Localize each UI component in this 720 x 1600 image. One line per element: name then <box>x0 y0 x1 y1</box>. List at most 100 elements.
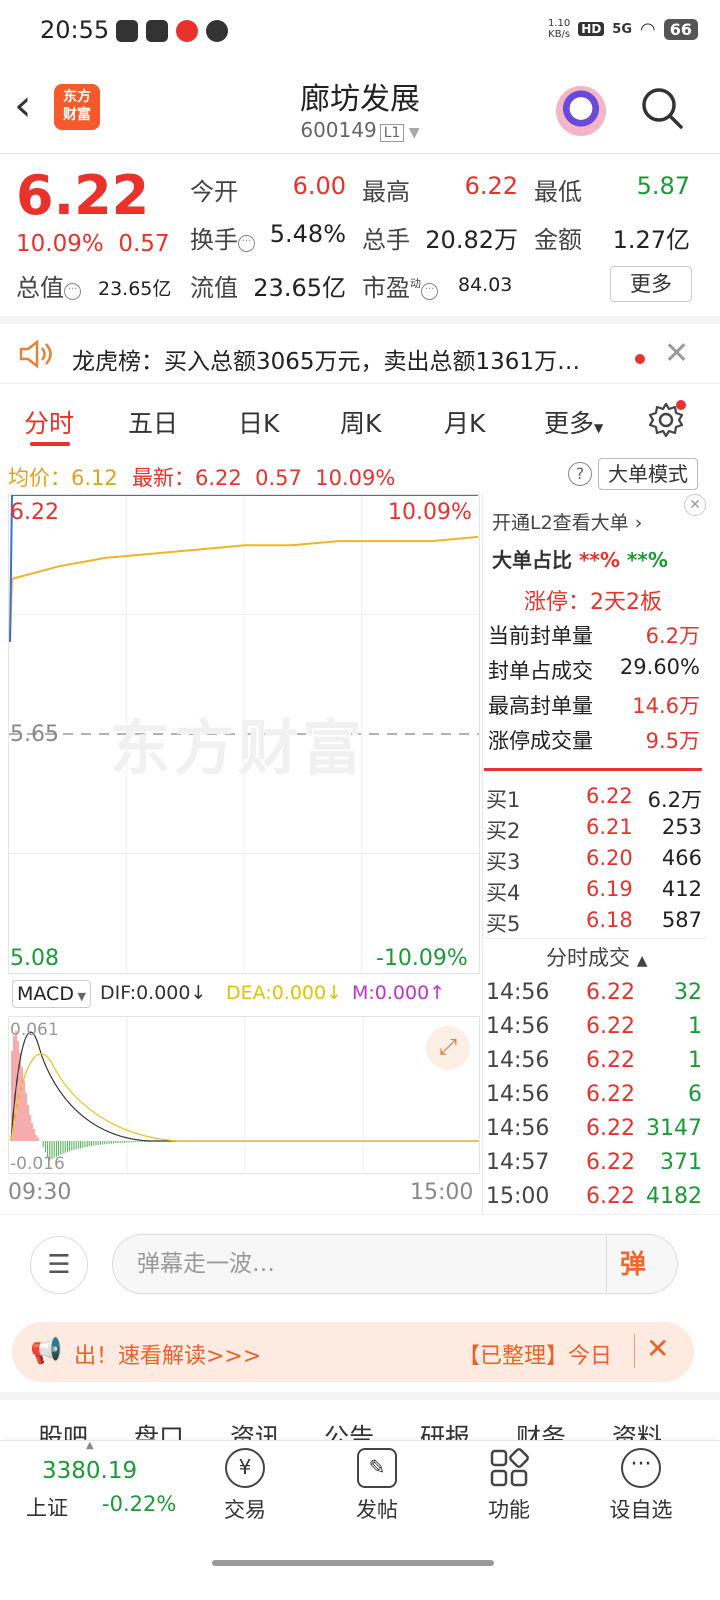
trade-price: 6.22 <box>586 1014 635 1039</box>
trade-row: 14:56 6.22 1 <box>486 1014 702 1039</box>
price-change: 10.09% 0.57 <box>16 231 170 257</box>
seal-stat-row: 最高封单量 14.6万 <box>488 690 700 720</box>
turnover-label: 换手 ··· <box>190 220 255 255</box>
seal-stat-value: 29.60% <box>619 655 700 679</box>
high-value: 6.22 <box>464 172 518 200</box>
trade-volume: 6 <box>688 1082 702 1107</box>
banner-left-text: 出！速看解读>>> <box>74 1344 262 1369</box>
chart-mid-price: 5.65 <box>10 722 59 747</box>
limit-up-streak: 涨停：2天2板 <box>524 590 662 615</box>
seal-stat-value: 6.2万 <box>645 624 700 648</box>
more-circle-icon: ··· <box>621 1448 661 1488</box>
trade-price: 6.22 <box>586 1048 635 1073</box>
float-value: 23.65亿 <box>253 274 346 302</box>
trade-row: 14:57 6.22 371 <box>486 1150 702 1175</box>
macd-dea: DEA:0.000↓ <box>226 982 343 1004</box>
indicator-selector[interactable]: MACD ▼ <box>12 980 91 1008</box>
trade-time: 14:57 <box>486 1150 550 1175</box>
tab-five-day[interactable]: 五日 <box>128 404 178 440</box>
nav-add-watchlist[interactable]: ··· 设自选 <box>596 1448 686 1524</box>
tab-monthly-k[interactable]: 月K <box>444 404 485 440</box>
trades-title[interactable]: 分时成交 ▲ <box>546 942 647 972</box>
pe-value: 84.03 <box>458 274 513 296</box>
search-icon[interactable] <box>640 86 684 130</box>
trade-row: 14:56 6.22 6 <box>486 1082 702 1107</box>
bid-label: 买3 <box>486 850 521 874</box>
l2-upgrade-link[interactable]: 开通L2查看大单 › <box>492 508 642 535</box>
macd-top-value: 0.061 <box>10 1020 59 1040</box>
expand-icon[interactable]: ⤢ <box>426 1026 470 1070</box>
low-value: 5.87 <box>636 172 690 200</box>
help-icon[interactable]: ? <box>568 462 592 486</box>
stock-name: 廊坊发展 <box>300 82 420 117</box>
status-right: 1.10 KB/s HD 5G ◠ 66 <box>548 18 698 40</box>
close-icon[interactable]: ✕ <box>646 1332 669 1365</box>
yen-circle-icon: ¥ <box>225 1448 265 1488</box>
macd-bottom-value: -0.016 <box>10 1154 65 1174</box>
nav-functions[interactable]: 功能 <box>464 1448 554 1524</box>
seal-stat-row: 涨停成交量 9.5万 <box>488 725 700 755</box>
chart-top-pct: 10.09% <box>388 500 472 525</box>
tab-weekly-k[interactable]: 周K <box>340 404 381 440</box>
bid-volume: 6.2万 <box>647 788 702 812</box>
danmu-input[interactable]: 弹幕走一波… <box>112 1234 678 1294</box>
chart-bottom-pct: -10.09% <box>376 946 468 971</box>
tab-more[interactable]: 更多▼ <box>544 404 603 440</box>
seal-stat-label: 最高封单量 <box>488 694 593 718</box>
wifi-icon: ◠ <box>640 18 656 40</box>
banner-divider <box>634 1334 635 1368</box>
bid-label: 买2 <box>486 819 521 843</box>
macd-dif: DIF:0.000↓ <box>100 982 207 1004</box>
nav-trade[interactable]: ¥ 交易 <box>200 1448 290 1524</box>
index-value[interactable]: 3380.19 <box>42 1458 137 1484</box>
caret-down-icon: ▼ <box>404 125 420 141</box>
open-value: 6.00 <box>292 172 346 200</box>
big-order-mode-button[interactable]: 大单模式 <box>598 458 698 490</box>
trade-row: 15:00 6.22 4182 <box>486 1184 702 1209</box>
trade-time: 14:56 <box>486 980 550 1005</box>
chart-tabs: 分时 五日 日K 周K 月K 更多▼ <box>0 384 720 456</box>
chart-bottom-price: 5.08 <box>10 946 59 971</box>
more-dots-icon: ··· <box>238 235 255 252</box>
danmu-send-button[interactable]: 弹 <box>620 1244 646 1281</box>
promo-banner[interactable]: 📢 出！速看解读>>> 【已整理】今日 ✕ <box>12 1322 694 1382</box>
tab-daily-k[interactable]: 日K <box>238 404 279 440</box>
gear-icon[interactable] <box>646 400 686 440</box>
chevron-left-icon[interactable]: ‹ <box>14 84 32 128</box>
macd-header: MACD ▼ DIF:0.000↓ DEA:0.000↓ M:0.000↑ <box>8 976 480 1014</box>
trade-row: 14:56 6.22 3147 <box>486 1116 702 1141</box>
trade-price: 6.22 <box>586 1082 635 1107</box>
low-label: 最低 <box>534 178 582 206</box>
bid-price: 6.20 <box>586 846 633 870</box>
more-button[interactable]: 更多 <box>610 266 692 302</box>
signal-icon: 5G <box>612 21 633 37</box>
notice-bar[interactable]: 龙虎榜：买入总额3065万元，卖出总额1361万… ✕ <box>0 316 720 384</box>
chart-top-price: 6.22 <box>10 500 59 525</box>
index-pct[interactable]: -0.22% <box>102 1492 176 1516</box>
nav-post[interactable]: ✎ 发帖 <box>332 1448 422 1524</box>
trade-time: 14:56 <box>486 1014 550 1039</box>
close-icon[interactable]: ✕ <box>684 494 706 516</box>
pe-label: 市盈动 ··· <box>362 268 438 303</box>
home-indicator[interactable] <box>212 1560 494 1566</box>
bid-price: 6.22 <box>586 784 633 808</box>
open-label: 今开 <box>190 178 238 206</box>
index-name[interactable]: 上证 <box>26 1492 68 1522</box>
trade-row: 14:56 6.22 1 <box>486 1048 702 1073</box>
ai-assistant-icon[interactable] <box>556 86 606 136</box>
macd-chart[interactable] <box>8 1016 480 1174</box>
axis-end-time: 15:00 <box>410 1180 474 1205</box>
trade-time: 14:56 <box>486 1082 550 1107</box>
app-logo[interactable]: 东方 财富 <box>54 84 100 130</box>
unread-dot <box>635 354 645 364</box>
amount-label: 金额 <box>534 226 582 254</box>
caret-up-icon: ▲ <box>86 1440 94 1451</box>
bid-volume: 412 <box>661 877 702 901</box>
status-bar: 20:55 1.10 KB/s HD 5G ◠ 66 <box>0 0 720 64</box>
wechat-icon <box>116 20 138 42</box>
tab-intraday[interactable]: 分时 <box>24 404 74 440</box>
close-icon[interactable]: ✕ <box>664 336 689 371</box>
stock-code-selector[interactable]: 600149 L1 ▼ <box>210 118 510 142</box>
input-divider <box>606 1236 607 1292</box>
danmu-list-icon[interactable]: ☰ <box>30 1236 88 1294</box>
